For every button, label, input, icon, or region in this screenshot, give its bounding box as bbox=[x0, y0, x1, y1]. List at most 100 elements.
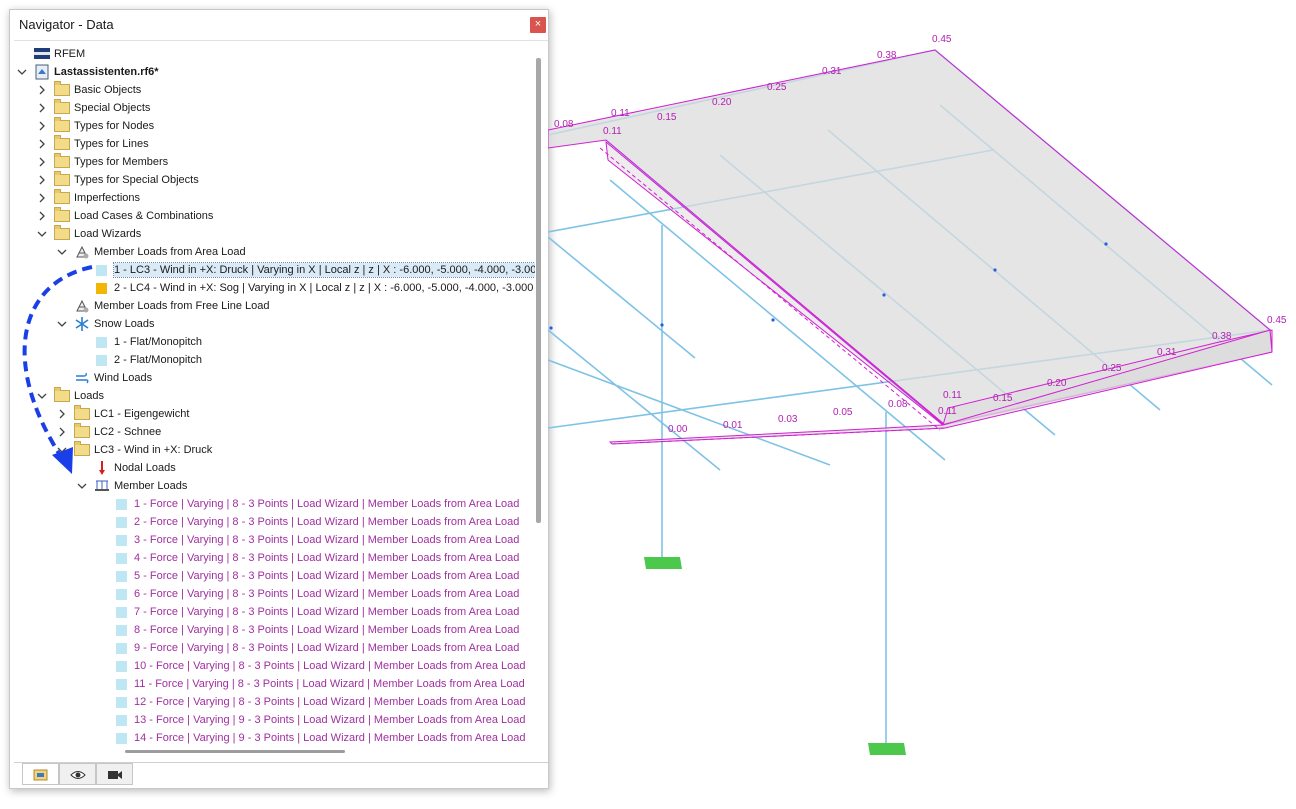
tab-views[interactable] bbox=[96, 763, 133, 785]
line-load-wizard-icon bbox=[74, 298, 90, 314]
vertical-scrollbar[interactable] bbox=[536, 58, 541, 523]
model-view[interactable]: 0.08 0.11 0.15 0.20 0.25 0.31 0.38 0.45 0.00 0.01… bbox=[548, 28, 1296, 768]
tree-item[interactable]: Member Loads from Free Line Load bbox=[14, 297, 535, 315]
load-value-label: 0.31 bbox=[822, 66, 842, 77]
load-value-label: 0.08 bbox=[554, 119, 574, 130]
tree-item[interactable]: 1 - LC3 - Wind in +X: Druck | Varying in… bbox=[14, 261, 535, 279]
member-load-icon bbox=[94, 478, 110, 494]
node-marker bbox=[1104, 242, 1108, 246]
tab-display[interactable] bbox=[59, 763, 96, 785]
lightblue-square-icon bbox=[114, 676, 130, 692]
tree-item[interactable]: Wind Loads bbox=[14, 369, 535, 387]
load-value-label: 0.20 bbox=[712, 97, 732, 108]
tab-data[interactable] bbox=[22, 763, 59, 785]
tree-item-label: Member Loads from Area Load bbox=[94, 246, 246, 258]
tree-item[interactable]: Load Wizards bbox=[14, 225, 535, 243]
chevron-right-icon[interactable] bbox=[36, 117, 48, 135]
tree-item[interactable]: 1 - Flat/Monopitch bbox=[14, 333, 535, 351]
tree-item[interactable]: 7 - Force | Varying | 8 - 3 Points | Loa… bbox=[14, 603, 535, 621]
tree-item-label: Member Loads from Free Line Load bbox=[94, 300, 270, 312]
tree-view[interactable]: RFEM Lastassistenten.rf6* Basic Objects Spe… bbox=[14, 40, 548, 746]
chevron-right-icon[interactable] bbox=[36, 171, 48, 189]
tree-item-label: Types for Members bbox=[74, 156, 169, 168]
tree-item[interactable]: Load Cases & Combinations bbox=[14, 207, 535, 225]
folder-icon bbox=[54, 207, 70, 224]
chevron-right-icon[interactable] bbox=[36, 153, 48, 171]
tree-item[interactable]: 4 - Force | Varying | 8 - 3 Points | Loa… bbox=[14, 549, 535, 567]
folder-icon bbox=[74, 405, 90, 422]
tree-item[interactable]: Member Loads from Area Load bbox=[14, 243, 535, 261]
horizontal-scrollbar[interactable] bbox=[125, 750, 345, 753]
tree-item[interactable]: 3 - Force | Varying | 8 - 3 Points | Loa… bbox=[14, 531, 535, 549]
chevron-right-icon[interactable] bbox=[56, 423, 68, 441]
tree-item[interactable]: Member Loads bbox=[14, 477, 535, 495]
chevron-right-icon[interactable] bbox=[36, 189, 48, 207]
tree-item[interactable]: Types for Nodes bbox=[14, 117, 535, 135]
tree-item-label: 10 - Force | Varying | 8 - 3 Points | Lo… bbox=[134, 660, 526, 672]
member-beam bbox=[548, 329, 721, 471]
tree-item-label: 11 - Force | Varying | 8 - 3 Points | Lo… bbox=[134, 678, 525, 690]
lightblue-square-icon bbox=[94, 352, 110, 368]
tree-item[interactable]: 2 - LC4 - Wind in +X: Sog | Varying in X… bbox=[14, 279, 535, 297]
load-value-label: 0.11 bbox=[603, 126, 622, 137]
navigator-titlebar[interactable]: Navigator - Data × bbox=[10, 10, 548, 38]
chevron-right-icon[interactable] bbox=[56, 405, 68, 423]
tree-item[interactable]: 6 - Force | Varying | 8 - 3 Points | Loa… bbox=[14, 585, 535, 603]
chevron-down-icon[interactable] bbox=[36, 387, 48, 405]
tree-item-label: Types for Special Objects bbox=[74, 174, 199, 186]
tree-item[interactable]: 13 - Force | Varying | 9 - 3 Points | Lo… bbox=[14, 711, 535, 729]
tree-item[interactable]: 8 - Force | Varying | 8 - 3 Points | Loa… bbox=[14, 621, 535, 639]
tree-item[interactable]: 2 - Flat/Monopitch bbox=[14, 351, 535, 369]
member-beam bbox=[548, 236, 696, 359]
tree-item[interactable]: LC3 - Wind in +X: Druck bbox=[14, 441, 535, 459]
tree-item[interactable]: Types for Members bbox=[14, 153, 535, 171]
support-icon bbox=[868, 743, 906, 755]
tree-item[interactable]: 14 - Force | Varying | 9 - 3 Points | Lo… bbox=[14, 729, 535, 745]
tree-item-label: 1 - LC3 - Wind in +X: Druck | Varying in… bbox=[113, 262, 535, 278]
tree-item[interactable]: Loads bbox=[14, 387, 535, 405]
tree-item[interactable]: Special Objects bbox=[14, 99, 535, 117]
area-load-wizard-icon bbox=[74, 244, 90, 260]
tree-item[interactable]: 1 - Force | Varying | 8 - 3 Points | Loa… bbox=[14, 495, 535, 513]
tree-item[interactable]: LC2 - Schnee bbox=[14, 423, 535, 441]
camera-icon bbox=[108, 771, 122, 779]
tree-item-label: Special Objects bbox=[74, 102, 151, 114]
tree-item[interactable]: Types for Lines bbox=[14, 135, 535, 153]
tree-item[interactable]: Imperfections bbox=[14, 189, 535, 207]
tree-item[interactable]: 12 - Force | Varying | 8 - 3 Points | Lo… bbox=[14, 693, 535, 711]
tree-item[interactable]: 2 - Force | Varying | 8 - 3 Points | Loa… bbox=[14, 513, 535, 531]
tree-item[interactable]: LC1 - Eigengewicht bbox=[14, 405, 535, 423]
folder-icon bbox=[54, 117, 70, 134]
chevron-right-icon[interactable] bbox=[36, 99, 48, 117]
tree-item-label: 1 - Force | Varying | 8 - 3 Points | Loa… bbox=[134, 498, 520, 510]
tree-item[interactable]: Types for Special Objects bbox=[14, 171, 535, 189]
load-value-label: 0.15 bbox=[657, 112, 677, 123]
chevron-down-icon[interactable] bbox=[76, 477, 88, 495]
tree-item[interactable]: Nodal Loads bbox=[14, 459, 535, 477]
lightblue-square-icon bbox=[114, 712, 130, 728]
tree-item[interactable]: 11 - Force | Varying | 8 - 3 Points | Lo… bbox=[14, 675, 535, 693]
chevron-right-icon[interactable] bbox=[36, 81, 48, 99]
tree-item[interactable]: 9 - Force | Varying | 8 - 3 Points | Loa… bbox=[14, 639, 535, 657]
tree-item-label: Nodal Loads bbox=[114, 462, 176, 474]
folder-icon bbox=[54, 387, 70, 404]
lightblue-square-icon bbox=[114, 622, 130, 638]
tree-item[interactable]: Basic Objects bbox=[14, 81, 535, 99]
chevron-right-icon[interactable] bbox=[36, 135, 48, 153]
tree-item[interactable]: RFEM bbox=[14, 45, 535, 63]
chevron-down-icon[interactable] bbox=[56, 243, 68, 261]
tree-item-label: 13 - Force | Varying | 9 - 3 Points | Lo… bbox=[134, 714, 526, 726]
tree-item[interactable]: 5 - Force | Varying | 8 - 3 Points | Loa… bbox=[14, 567, 535, 585]
tree-item[interactable]: 10 - Force | Varying | 8 - 3 Points | Lo… bbox=[14, 657, 535, 675]
tree-item-label: Basic Objects bbox=[74, 84, 142, 96]
chevron-down-icon[interactable] bbox=[16, 63, 28, 81]
chevron-right-icon[interactable] bbox=[36, 207, 48, 225]
close-button[interactable]: × bbox=[530, 17, 546, 33]
tree-item[interactable]: Lastassistenten.rf6* bbox=[14, 63, 535, 81]
chevron-down-icon[interactable] bbox=[56, 441, 68, 459]
chevron-down-icon[interactable] bbox=[36, 225, 48, 243]
folder-icon bbox=[54, 153, 70, 170]
tree-item-label: 8 - Force | Varying | 8 - 3 Points | Loa… bbox=[134, 624, 520, 636]
tree-item[interactable]: Snow Loads bbox=[14, 315, 535, 333]
chevron-down-icon[interactable] bbox=[56, 315, 68, 333]
